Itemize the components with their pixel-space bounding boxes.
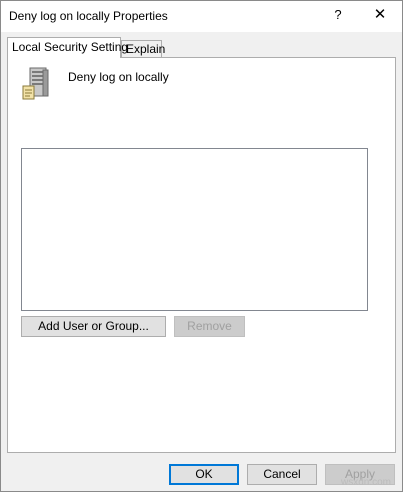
watermark: wsxdn.com xyxy=(341,477,392,488)
add-user-or-group-button[interactable]: Add User or Group... xyxy=(21,316,166,337)
help-button[interactable]: ? xyxy=(325,3,351,29)
remove-button[interactable]: Remove xyxy=(174,316,245,337)
title-bar: Deny log on locally Properties ? ✕ xyxy=(1,1,402,32)
cancel-button[interactable]: Cancel xyxy=(247,464,317,485)
tab-label: Local Security Setting xyxy=(12,40,129,54)
close-button[interactable]: ✕ xyxy=(365,3,395,29)
window-title: Deny log on locally Properties xyxy=(9,9,168,23)
tab-panel: Deny log on locally Add User or Group...… xyxy=(7,57,396,453)
server-policy-icon xyxy=(21,67,51,101)
ok-button[interactable]: OK xyxy=(169,464,239,485)
properties-dialog: Deny log on locally Properties ? ✕ Local… xyxy=(0,0,403,492)
user-group-list[interactable] xyxy=(21,148,368,311)
policy-name: Deny log on locally xyxy=(68,70,169,84)
tab-label: Explain xyxy=(126,42,166,56)
tab-local-security-setting[interactable]: Local Security Setting xyxy=(7,37,128,58)
